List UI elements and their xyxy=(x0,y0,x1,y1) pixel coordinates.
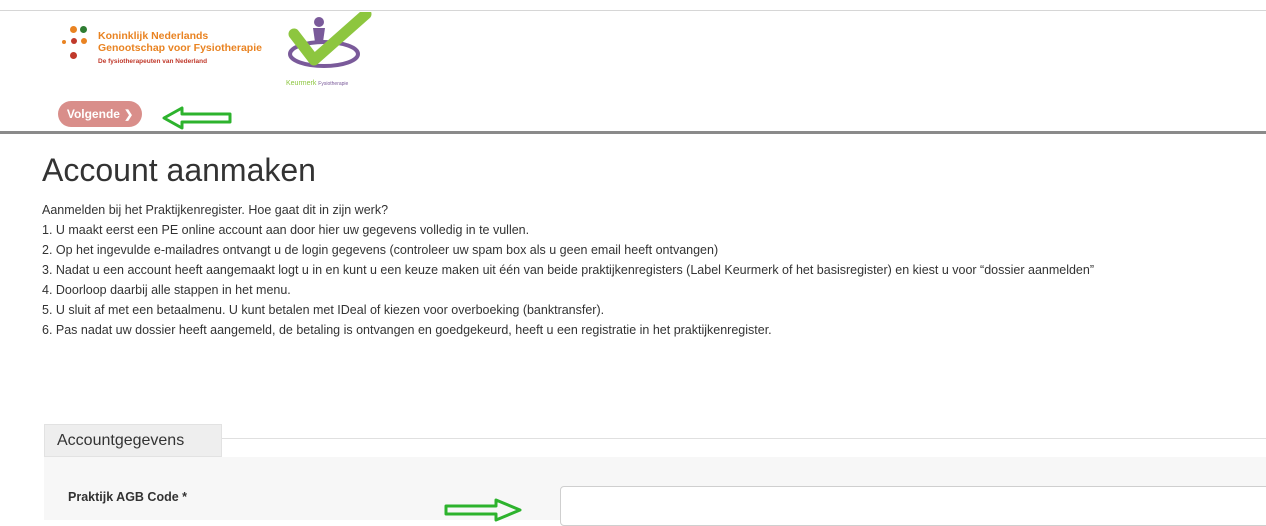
knfg-dots-icon xyxy=(58,26,98,78)
intro-line: 3. Nadat u een account heeft aangemaakt … xyxy=(42,263,1095,277)
agb-code-input[interactable] xyxy=(560,486,1266,526)
keurmerk-check-icon xyxy=(288,12,372,68)
intro-line: Aanmelden bij het Praktijkenregister. Ho… xyxy=(42,203,389,217)
keurmerk-logo-label: Keurmerk Fysiotherapie xyxy=(286,80,348,87)
page-title: Account aanmaken xyxy=(42,152,316,188)
intro-text: Aanmelden bij het Praktijkenregister. Ho… xyxy=(42,200,1262,340)
agb-code-label: Praktijk AGB Code * xyxy=(68,490,188,504)
keurmerk-logo-subname: Fysiotherapie xyxy=(318,81,349,87)
next-button[interactable]: Volgende ❯ xyxy=(58,101,142,127)
intro-line: 4. Doorloop daarbij alle stappen in het … xyxy=(42,283,291,297)
knfg-logo[interactable]: Koninklijk Nederlands Genootschap voor F… xyxy=(58,24,268,84)
intro-line: 6. Pas nadat uw dossier heeft aangemeld,… xyxy=(42,323,772,337)
intro-line: 2. Op het ingevulde e-mailadres ontvangt… xyxy=(42,243,719,257)
section-legend: Accountgegevens xyxy=(44,424,222,457)
arrow-left-icon xyxy=(162,106,232,130)
chevron-right-icon: ❯ xyxy=(123,108,134,121)
knfg-logo-line1: Koninklijk Nederlands xyxy=(98,30,209,42)
intro-line: 1. U maakt eerst een PE online account a… xyxy=(42,223,530,237)
header-divider xyxy=(0,131,1266,134)
intro-line: 5. U sluit af met een betaalmenu. U kunt… xyxy=(42,303,605,317)
keurmerk-logo[interactable]: Keurmerk Fysiotherapie xyxy=(284,12,380,94)
next-button-label: Volgende xyxy=(66,107,120,121)
arrow-right-icon xyxy=(444,498,522,522)
keurmerk-logo-name: Keurmerk xyxy=(286,80,317,87)
knfg-logo-line2: Genootschap voor Fysiotherapie xyxy=(98,42,262,54)
fieldset-border xyxy=(44,438,1266,439)
knfg-logo-tagline: De fysiotherapeuten van Nederland xyxy=(98,58,208,65)
